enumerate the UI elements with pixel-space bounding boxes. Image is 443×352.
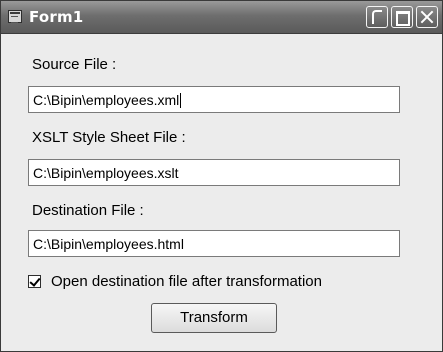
destination-file-input[interactable]: C:\Bipin\employees.html (28, 230, 400, 257)
open-after-label[interactable]: Open destination file after transformati… (51, 273, 322, 290)
source-file-value: C:\Bipin\employees.xml (33, 92, 180, 108)
minimize-button[interactable] (366, 6, 388, 28)
source-file-input[interactable]: C:\Bipin\employees.xml (28, 86, 400, 113)
text-caret (180, 93, 182, 108)
xslt-file-input[interactable]: C:\Bipin\employees.xslt (28, 159, 400, 186)
destination-file-label: Destination File : (32, 202, 144, 219)
app-icon[interactable] (8, 10, 22, 23)
title-bar[interactable]: Form1 (1, 1, 442, 34)
window-title: Form1 (29, 8, 84, 26)
transform-button[interactable]: Transform (151, 303, 277, 333)
source-file-label: Source File : (32, 56, 117, 73)
form-client-area: Source File : C:\Bipin\employees.xml XSL… (1, 34, 442, 351)
destination-file-value: C:\Bipin\employees.html (33, 236, 184, 252)
maximize-button[interactable] (391, 6, 413, 28)
form1-window: Form1 Source File : C:\Bipin\employees.x… (0, 0, 443, 352)
xslt-file-value: C:\Bipin\employees.xslt (33, 165, 179, 181)
close-button[interactable] (416, 6, 438, 28)
open-after-checkbox[interactable] (28, 275, 41, 288)
xslt-file-label: XSLT Style Sheet File : (32, 129, 186, 146)
